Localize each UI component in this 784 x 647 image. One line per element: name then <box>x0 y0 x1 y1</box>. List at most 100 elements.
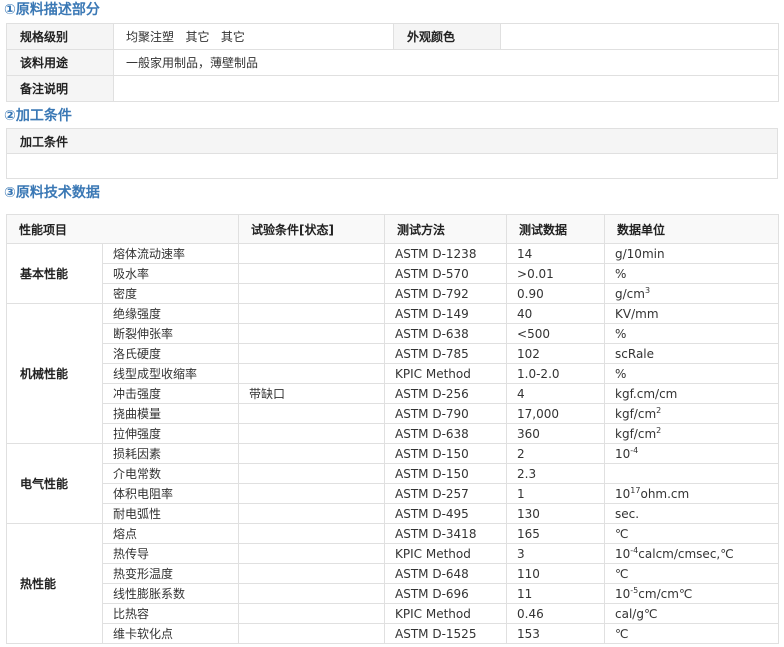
spec-grade-value: 均聚注塑 其它 其它 <box>113 23 394 50</box>
test-method: KPIC Method <box>384 603 508 624</box>
data-unit: 10-4 <box>604 443 780 464</box>
table-row: 线型成型收缩率 KPIC Method 1.0-2.0% <box>7 363 780 384</box>
table-row: 介电常数 ASTM D-150 2.3 <box>7 463 780 484</box>
header-data: 测试数据 <box>506 214 606 244</box>
test-method: ASTM D-3418 <box>384 523 508 544</box>
test-data: 102 <box>506 343 606 364</box>
test-method: ASTM D-792 <box>384 283 508 304</box>
test-condition <box>238 403 386 424</box>
data-unit: g/10min <box>604 243 780 264</box>
unit-text: % <box>615 366 627 381</box>
property-item: 线型成型收缩率 <box>101 363 240 384</box>
group-label: 电气性能 <box>6 443 103 524</box>
table-row: 挠曲模量 ASTM D-790 17,000 kgf/cm2 <box>7 403 780 424</box>
processing-value <box>6 153 778 179</box>
property-item: 耐电弧性 <box>101 503 240 524</box>
test-data: >0.01 <box>506 263 606 284</box>
unit-text: % <box>615 326 627 341</box>
unit-exponent: 3 <box>644 285 651 295</box>
group-label: 基本性能 <box>6 243 103 304</box>
technical-data-table: 性能项目 试验条件[状态] 测试方法 测试数据 数据单位 基本性能 熔体流动速率 A… <box>5 214 780 644</box>
data-unit: ℃ <box>604 623 780 644</box>
test-data: 3 <box>506 543 606 564</box>
table-row: 吸水率 ASTM D-570 >0.01% <box>7 263 780 284</box>
test-data: 40 <box>506 303 606 324</box>
unit-exponent: -4 <box>630 445 639 455</box>
test-data: 130 <box>506 503 606 524</box>
test-data: 17,000 <box>506 403 606 424</box>
test-condition <box>238 443 386 464</box>
test-condition <box>238 543 386 564</box>
unit-text: 10 <box>615 546 631 561</box>
unit-text: kgf/cm <box>615 426 657 441</box>
test-condition <box>238 343 386 364</box>
appearance-color-label: 外观颜色 <box>393 23 501 50</box>
data-unit: scRale <box>604 343 780 364</box>
unit-text: 10 <box>615 486 631 501</box>
processing-label: 加工条件 <box>6 128 778 154</box>
test-method: ASTM D-150 <box>384 463 508 484</box>
unit-text: scRale <box>615 346 655 361</box>
data-unit: ℃ <box>604 523 780 544</box>
unit-text: kgf.cm/cm <box>615 386 678 401</box>
test-method: ASTM D-638 <box>384 323 508 344</box>
unit-exponent: 2 <box>656 405 662 415</box>
test-method: ASTM D-638 <box>384 423 508 444</box>
test-condition <box>238 243 386 264</box>
unit-exponent: 17 <box>630 485 641 495</box>
table-row: 耐电弧性 ASTM D-495 130 sec. <box>7 503 780 524</box>
header-method: 测试方法 <box>384 214 508 244</box>
test-condition <box>238 523 386 544</box>
test-condition <box>238 463 386 484</box>
remarks-label: 备注说明 <box>6 75 114 102</box>
test-data: 11 <box>506 583 606 604</box>
data-unit: % <box>604 263 780 284</box>
table-row: 比热容 KPIC Method 0.46 cal/g℃ <box>7 603 780 624</box>
test-condition <box>238 303 386 324</box>
test-data: 1.0-2.0 <box>506 363 606 384</box>
unit-suffix: ohm.cm <box>640 486 690 501</box>
property-item: 介电常数 <box>101 463 240 484</box>
property-item: 熔体流动速率 <box>101 243 240 264</box>
property-item: 拉伸强度 <box>101 423 240 444</box>
property-item: 损耗因素 <box>101 443 240 464</box>
test-condition <box>238 563 386 584</box>
table-row: 冲击强度 带缺口 ASTM D-256 4 kgf.cm/cm <box>7 383 780 404</box>
test-condition <box>238 603 386 624</box>
table-header-row: 性能项目 试验条件[状态] 测试方法 测试数据 数据单位 <box>5 214 780 244</box>
table-row: 断裂伸张率 ASTM D-638 <500% <box>7 323 780 344</box>
test-method: ASTM D-149 <box>384 303 508 324</box>
test-data: 0.46 <box>506 603 606 624</box>
property-item: 密度 <box>101 283 240 304</box>
table-row: 该料用途 一般家用制品，薄壁制品 <box>6 49 779 76</box>
header-condition: 试验条件[状态] <box>238 214 386 244</box>
section-title-technical: ③原料技术数据 <box>4 185 100 201</box>
property-item: 断裂伸张率 <box>101 323 240 344</box>
test-method: ASTM D-495 <box>384 503 508 524</box>
property-item: 挠曲模量 <box>101 403 240 424</box>
property-item: 熔点 <box>101 523 240 544</box>
table-row: 电气性能 损耗因素 ASTM D-150 2 10-4 <box>6 443 780 524</box>
table-row: 加工条件 <box>6 128 778 154</box>
data-unit: g/cm3 <box>604 283 780 304</box>
remarks-value <box>113 75 779 102</box>
description-table: 规格级别 均聚注塑 其它 其它 外观颜色 该料用途 一般家用制品，薄壁制品 备注… <box>6 23 779 102</box>
usage-value: 一般家用制品，薄壁制品 <box>113 49 779 76</box>
data-unit: 10-4calcm/cmsec,℃ <box>604 543 780 564</box>
unit-text: cal/g℃ <box>615 606 658 621</box>
test-condition <box>238 263 386 284</box>
spec-grade-label: 规格级别 <box>6 23 114 50</box>
test-data: 1 <box>506 483 606 504</box>
data-unit: % <box>604 323 780 344</box>
data-unit: 10-5cm/cm℃ <box>604 583 780 604</box>
test-method: ASTM D-1238 <box>384 243 508 264</box>
unit-text: kgf/cm <box>615 406 657 421</box>
unit-text: ℃ <box>615 626 629 641</box>
test-method: ASTM D-150 <box>384 443 508 464</box>
test-condition <box>238 503 386 524</box>
table-row: 热变形温度 ASTM D-648 110 ℃ <box>7 563 780 584</box>
test-method: ASTM D-790 <box>384 403 508 424</box>
test-data: 153 <box>506 623 606 644</box>
unit-text: sec. <box>615 506 640 521</box>
test-condition: 带缺口 <box>238 383 386 404</box>
